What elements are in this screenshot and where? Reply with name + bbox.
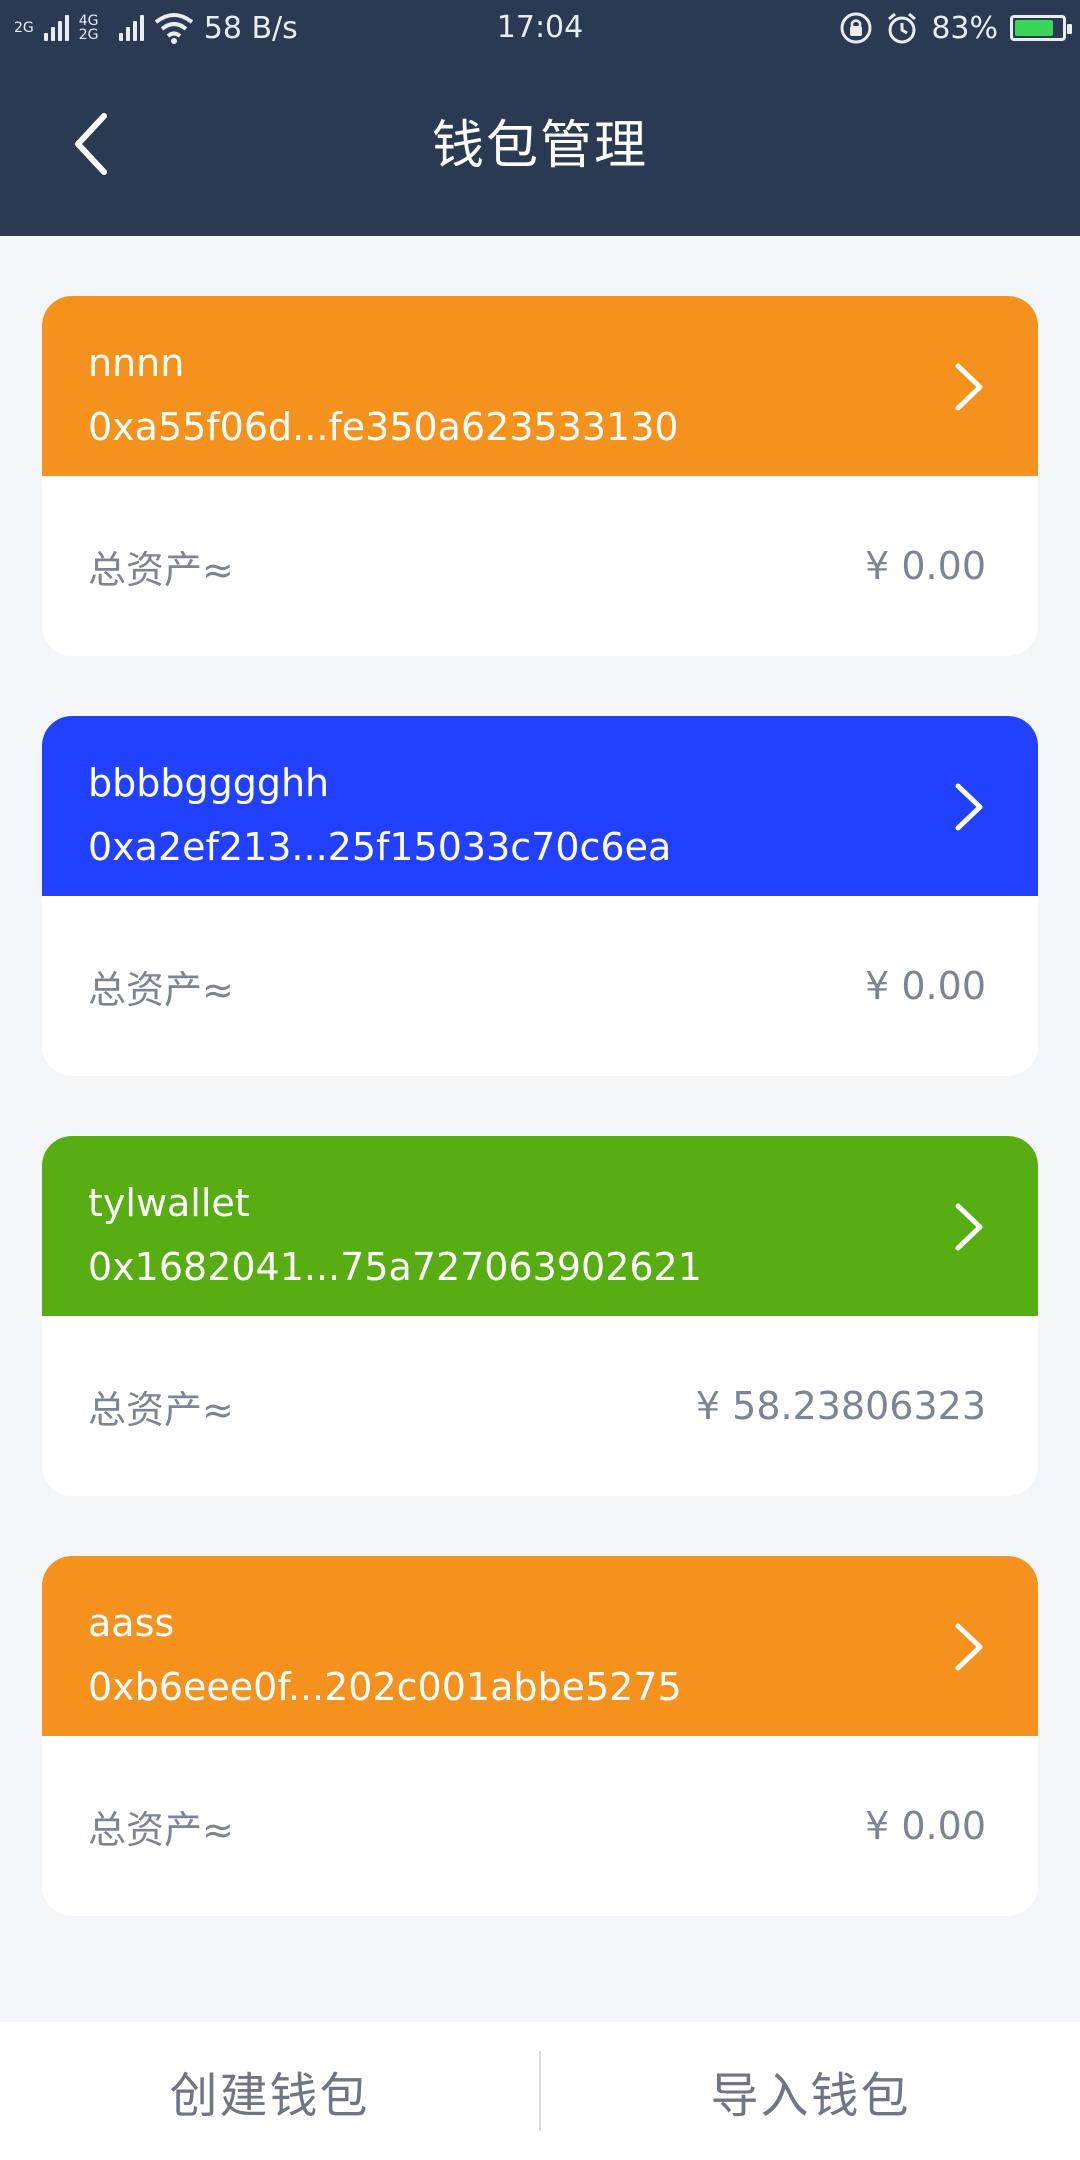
alarm-icon: [888, 12, 917, 44]
page-title: 钱包管理: [431, 116, 648, 176]
total-assets-value: ¥ 58.23806323: [695, 1384, 986, 1428]
status-bar: 2G 4G 2G 58 B/s 17:04 83%: [0, 0, 1080, 56]
wallet-header[interactable]: aass 0xb6eee0f...202c001abbe5275: [42, 1556, 1038, 1736]
battery-icon: [1010, 15, 1072, 41]
wallet-name: nnnn: [88, 341, 185, 385]
total-assets-label: 总资产≈: [88, 547, 234, 592]
wallet-card[interactable]: tylwallet 0x1682041...75a727063902621 总资…: [42, 1136, 1038, 1496]
wallet-card[interactable]: bbbbgggghh 0xa2ef213...25f15033c70c6ea 总…: [42, 716, 1038, 1076]
total-assets-value: ¥ 0.00: [865, 1804, 986, 1848]
wallet-assets-row: 总资产≈ ¥ 0.00: [42, 896, 1038, 1076]
wallet-name: aass: [88, 1601, 175, 1645]
bottom-action-bar: 创建钱包 导入钱包: [0, 2022, 1080, 2160]
wallet-address: 0xa2ef213...25f15033c70c6ea: [88, 825, 672, 869]
battery-percent: 83%: [931, 10, 998, 46]
total-assets-value: ¥ 0.00: [865, 964, 986, 1008]
wallet-card[interactable]: aass 0xb6eee0f...202c001abbe5275 总资产≈ ¥ …: [42, 1556, 1038, 1916]
wallet-address: 0xa55f06d...fe350a623533130: [88, 405, 679, 449]
chevron-right-icon[interactable]: [948, 362, 988, 412]
wallet-name: bbbbgggghh: [88, 761, 330, 805]
wallet-address: 0xb6eee0f...202c001abbe5275: [88, 1665, 682, 1709]
wallet-card[interactable]: nnnn 0xa55f06d...fe350a623533130 总资产≈ ¥ …: [42, 296, 1038, 656]
wallet-list: nnnn 0xa55f06d...fe350a623533130 总资产≈ ¥ …: [42, 296, 1038, 1976]
total-assets-label: 总资产≈: [88, 1807, 234, 1852]
chevron-right-icon[interactable]: [948, 782, 988, 832]
chevron-right-icon[interactable]: [948, 1622, 988, 1672]
wallet-address: 0x1682041...75a727063902621: [88, 1245, 702, 1289]
import-wallet-button[interactable]: 导入钱包: [541, 2056, 1080, 2126]
create-wallet-button[interactable]: 创建钱包: [0, 2056, 539, 2126]
chevron-right-icon[interactable]: [948, 1202, 988, 1252]
wallet-assets-row: 总资产≈ ¥ 0.00: [42, 1736, 1038, 1916]
wallet-header[interactable]: tylwallet 0x1682041...75a727063902621: [42, 1136, 1038, 1316]
wallet-name: tylwallet: [88, 1181, 250, 1225]
app-header: 2G 4G 2G 58 B/s 17:04 83% 钱包管理: [0, 0, 1080, 236]
battery-level-fill: [1015, 20, 1054, 36]
title-bar: 钱包管理: [0, 56, 1080, 236]
wallet-assets-row: 总资产≈ ¥ 58.23806323: [42, 1316, 1038, 1496]
wallet-assets-row: 总资产≈ ¥ 0.00: [42, 476, 1038, 656]
wallet-header[interactable]: nnnn 0xa55f06d...fe350a623533130: [42, 296, 1038, 476]
total-assets-label: 总资产≈: [88, 1387, 234, 1432]
lock-rotation-icon: [840, 12, 872, 44]
wallet-header[interactable]: bbbbgggghh 0xa2ef213...25f15033c70c6ea: [42, 716, 1038, 896]
status-right: 83%: [839, 8, 1072, 48]
total-assets-value: ¥ 0.00: [865, 544, 986, 588]
total-assets-label: 总资产≈: [88, 967, 234, 1012]
